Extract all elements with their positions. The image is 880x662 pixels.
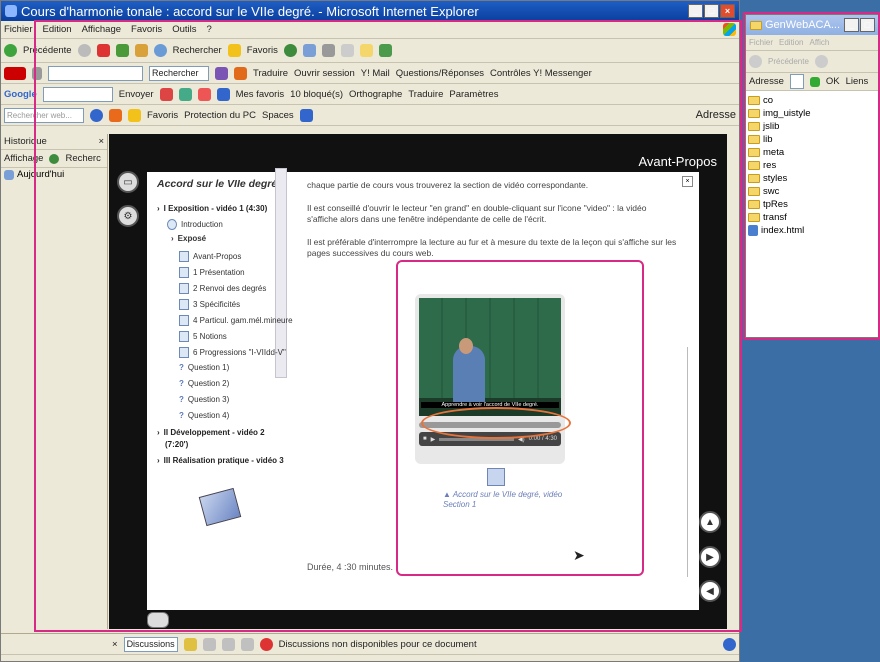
highlight-frame-explorer <box>743 12 880 340</box>
ie-app-icon <box>5 5 17 17</box>
ie-titlebar: Cours d'harmonie tonale : accord sur le … <box>1 1 739 21</box>
google-label: Google <box>4 88 37 100</box>
discussion-icon-2[interactable] <box>202 637 216 651</box>
menu-file[interactable]: Fichier <box>4 24 33 35</box>
back-arrow-icon[interactable] <box>4 44 17 57</box>
yahoo-logo-icon <box>4 66 26 80</box>
discussion-icon-1[interactable] <box>183 637 197 651</box>
discussion-status: Discussions non disponibles pour ce docu… <box>278 638 477 650</box>
discussion-bar: × Discussions Discussions non disponible… <box>1 633 739 655</box>
highlight-frame-video <box>396 260 644 576</box>
discussion-icon-3[interactable] <box>221 637 235 651</box>
discussion-icon-4[interactable] <box>240 637 254 651</box>
status-globe-icon <box>723 637 736 651</box>
discussions-dropdown[interactable]: Discussions <box>123 636 178 652</box>
maximize-button[interactable]: □ <box>704 4 719 18</box>
ie-title: Cours d'harmonie tonale : accord sur le … <box>21 3 479 19</box>
no-entry-icon <box>259 637 273 651</box>
discussion-close-icon[interactable]: × <box>112 639 118 650</box>
minimize-button[interactable]: _ <box>688 4 703 18</box>
close-button[interactable]: × <box>720 4 735 18</box>
calendar-day-icon <box>4 169 14 180</box>
